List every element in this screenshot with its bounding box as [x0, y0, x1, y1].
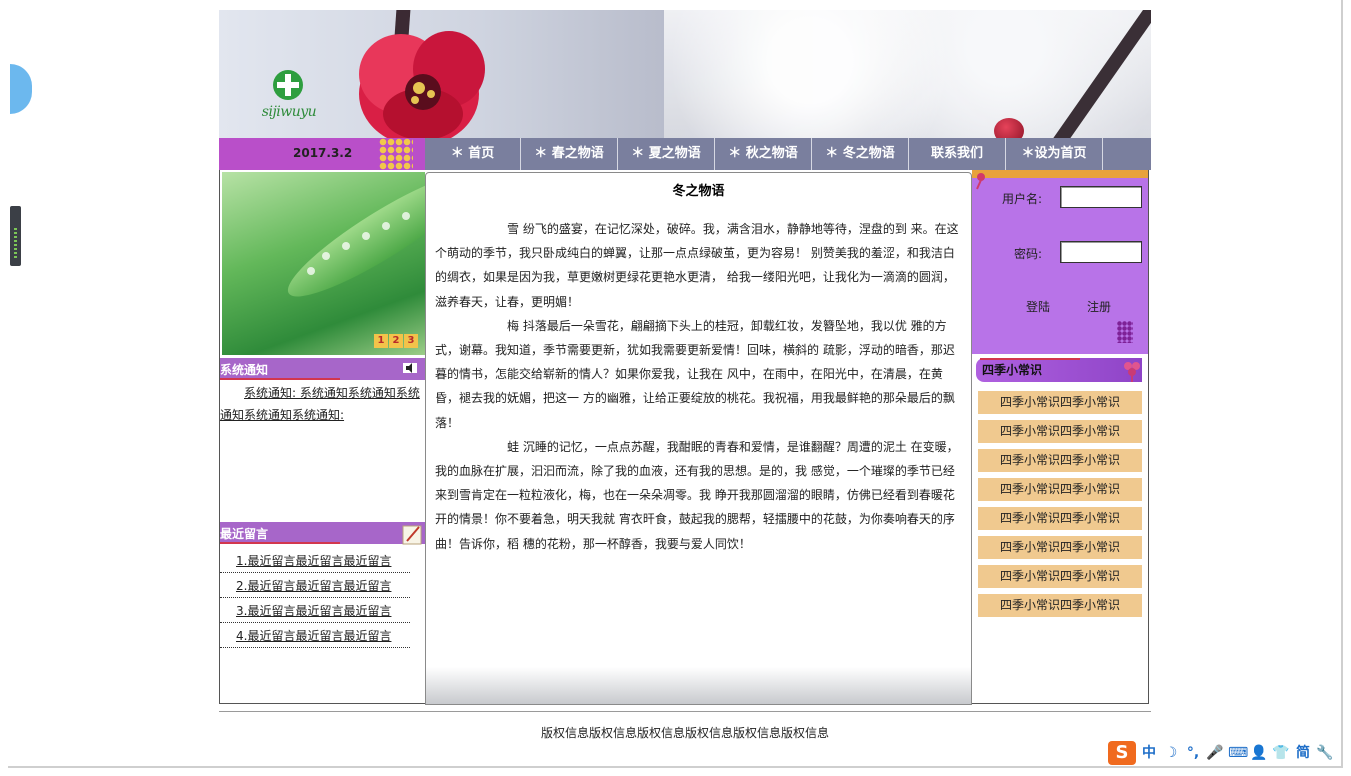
notice-text[interactable]: 系统通知: 系统通知系统通知系统通知系统通知系统通知:: [220, 382, 425, 426]
messages-title: 最近留言: [220, 527, 269, 541]
speaker-icon: [403, 363, 417, 373]
nav-winter[interactable]: ＊ 冬之物语: [812, 138, 909, 170]
slide-2-button[interactable]: 2: [389, 334, 403, 348]
pin-icon: [976, 173, 985, 190]
messages-header: 最近留言: [220, 522, 425, 545]
footer-copyright: 版权信息版权信息版权信息版权信息版权信息版权信息: [540, 726, 829, 740]
login-panel: 用户名: 密码: 登陆 注册: [972, 170, 1148, 354]
slideshow-pager: 1 2 3: [374, 334, 418, 348]
notice-title: 系统通知: [220, 363, 269, 377]
tip-item[interactable]: 四季小常识四季小常识: [978, 507, 1142, 530]
flower-icon: [1124, 362, 1140, 382]
nav-spring[interactable]: ＊ 春之物语: [521, 138, 618, 170]
ime-logo-icon[interactable]: S: [1108, 741, 1136, 765]
diamond-pattern-icon: [379, 138, 413, 170]
dots-pattern-icon: [1117, 321, 1133, 343]
ime-toolbar: S 中 ☽ °, 🎤 ⌨ 👤 👕 简 🔧: [1108, 740, 1338, 766]
ime-moon-icon[interactable]: ☽: [1162, 743, 1180, 763]
password-input[interactable]: [1060, 241, 1142, 263]
article-paragraph: 雪 纷飞的盛宴，在记忆深处，破碎。我，满含泪水，静静地等待，涅盘的到 来。在这个…: [435, 222, 959, 309]
nav-summer[interactable]: ＊ 夏之物语: [618, 138, 715, 170]
ime-microphone-icon[interactable]: 🎤: [1206, 743, 1224, 763]
ime-punctuation-icon[interactable]: °,: [1184, 743, 1202, 763]
article-body: 雪 纷飞的盛宴，在记忆深处，破碎。我，满含泪水，静静地等待，涅盘的到 来。在这个…: [435, 217, 961, 556]
ime-user-icon[interactable]: 👤: [1250, 743, 1268, 763]
slide-3-button[interactable]: 3: [404, 334, 418, 348]
site-logo[interactable]: sijiwuyu: [259, 70, 319, 132]
logo-text: sijiwuyu: [261, 104, 317, 120]
username-input[interactable]: [1060, 186, 1142, 208]
tip-item[interactable]: 四季小常识四季小常识: [978, 536, 1142, 559]
main-nav: ＊ 首页 ＊ 春之物语 ＊ 夏之物语 ＊ 秋之物语 ＊ 冬之物语 联系我们 ＊设…: [425, 138, 1103, 170]
message-item[interactable]: 4.最近留言最近留言最近留言: [220, 623, 410, 648]
left-column: 1 2 3 系统通知 系统通知: 系统通知系统通知系统通知系统通知系统通知: 最…: [219, 170, 425, 704]
date-box: 2017.3.2: [219, 138, 425, 170]
plum-blossom-image: [359, 31, 485, 138]
nav-set-homepage[interactable]: ＊设为首页: [1006, 138, 1103, 170]
register-button[interactable]: 注册: [1087, 298, 1111, 315]
page: sijiwuyu 2017.3.2 ＊ 首页 ＊ 春之物语 ＊ 夏之物语 ＊ 秋…: [219, 10, 1151, 710]
tips-list: 四季小常识四季小常识 四季小常识四季小常识 四季小常识四季小常识 四季小常识四季…: [978, 391, 1142, 623]
slide-1-button[interactable]: 1: [374, 334, 388, 348]
quill-icon: [402, 525, 422, 545]
ime-chinese-mode-button[interactable]: 中: [1140, 743, 1158, 763]
login-button[interactable]: 登陆: [1026, 298, 1050, 315]
tip-item[interactable]: 四季小常识四季小常识: [978, 594, 1142, 617]
ime-tools-icon[interactable]: 🔧: [1316, 743, 1334, 763]
article-title: 冬之物语: [672, 184, 725, 199]
tip-item[interactable]: 四季小常识四季小常识: [978, 478, 1142, 501]
tips-title: 四季小常识: [982, 363, 1043, 377]
slideshow-image[interactable]: 1 2 3: [222, 172, 425, 355]
header-banner: sijiwuyu: [219, 10, 1151, 138]
side-volume-meter: [10, 206, 21, 266]
article-panel: 冬之物语 雪 纷飞的盛宴，在记忆深处，破碎。我，满含泪水，静静地等待，涅盘的到 …: [425, 172, 972, 705]
logo-icon: [273, 70, 303, 100]
tip-item[interactable]: 四季小常识四季小常识: [978, 391, 1142, 414]
article-paragraph: 梅 抖落最后一朵雪花，翩翩摘下头上的桂冠，卸载红妆，发簪坠地，我以优 雅的方式，…: [435, 318, 955, 430]
message-item[interactable]: 1.最近留言最近留言最近留言: [220, 548, 410, 573]
article-paragraph: 蛙 沉睡的记忆，一点点苏醒，我酣眠的青春和爱情，是谁翻醒？周遭的泥土 在变暖，我…: [435, 439, 959, 551]
messages-list: 1.最近留言最近留言最近留言 2.最近留言最近留言最近留言 3.最近留言最近留言…: [220, 548, 410, 648]
username-label: 用户名:: [1002, 192, 1043, 206]
password-label: 密码:: [1014, 247, 1043, 261]
ime-simplified-button[interactable]: 简: [1294, 743, 1312, 763]
message-item[interactable]: 3.最近留言最近留言最近留言: [220, 598, 410, 623]
tip-item[interactable]: 四季小常识四季小常识: [978, 449, 1142, 472]
current-date: 2017.3.2: [293, 146, 353, 160]
notice-header: 系统通知: [220, 358, 425, 380]
tip-item[interactable]: 四季小常识四季小常识: [978, 565, 1142, 588]
ime-keyboard-icon[interactable]: ⌨: [1228, 743, 1248, 763]
nav-bar: 2017.3.2 ＊ 首页 ＊ 春之物语 ＊ 夏之物语 ＊ 秋之物语 ＊ 冬之物…: [219, 138, 1151, 170]
tips-header: 四季小常识: [976, 358, 1142, 382]
footer-divider: [219, 711, 1151, 712]
tip-item[interactable]: 四季小常识四季小常识: [978, 420, 1142, 443]
nav-autumn[interactable]: ＊ 秋之物语: [715, 138, 812, 170]
right-column: 用户名: 密码: 登陆 注册 四季小常识 四季小常识四季小常识 四季小常识四季小…: [972, 170, 1149, 704]
nav-home[interactable]: ＊ 首页: [425, 138, 521, 170]
ime-skin-icon[interactable]: 👕: [1272, 743, 1290, 763]
message-item[interactable]: 2.最近留言最近留言最近留言: [220, 573, 410, 598]
nav-contact[interactable]: 联系我们: [909, 138, 1006, 170]
